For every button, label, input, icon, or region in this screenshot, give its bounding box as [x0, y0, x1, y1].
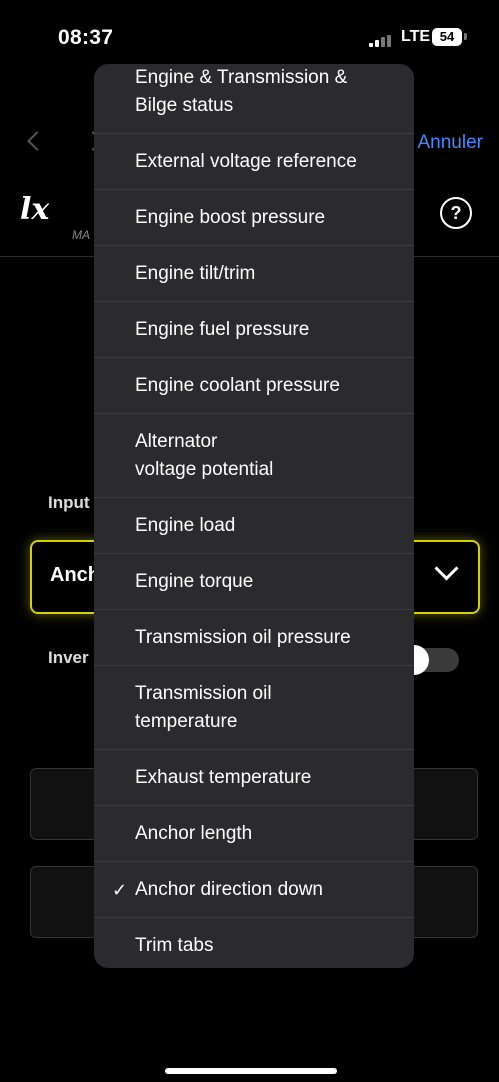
cancel-button[interactable]: Annuler — [418, 132, 484, 154]
menu-item[interactable]: Engine & Transmission & Bilge status — [94, 64, 414, 134]
logo-subtitle: MA — [72, 228, 90, 242]
battery-icon: 54 — [432, 28, 462, 46]
network-type: LTE — [401, 28, 431, 45]
signal-icon — [369, 35, 395, 47]
menu-item[interactable]: Engine coolant pressure — [94, 358, 414, 414]
menu-item[interactable]: External voltage reference — [94, 134, 414, 190]
menu-item-selected[interactable]: ✓ Anchor direction down — [94, 862, 414, 918]
menu-item[interactable]: Engine boost pressure — [94, 190, 414, 246]
menu-item-label: Engine load — [135, 514, 236, 536]
menu-item-label: Anchor length — [135, 822, 253, 844]
menu-item-label: Engine & Transmission & Bilge status — [135, 66, 348, 116]
menu-item[interactable]: Engine torque — [94, 554, 414, 610]
menu-item-label: Engine torque — [135, 570, 254, 592]
menu-item-label: External voltage reference — [135, 150, 357, 172]
home-indicator[interactable] — [165, 1068, 337, 1074]
status-bar: 08:37 LTE 54 — [0, 0, 499, 70]
input-label: Input — [48, 493, 90, 512]
menu-item[interactable]: Engine tilt/trim — [94, 246, 414, 302]
menu-item[interactable]: Transmission oil temperature — [94, 666, 414, 750]
battery-level: 54 — [439, 29, 455, 44]
clock: 08:37 — [58, 26, 114, 49]
select-value: Anch — [50, 564, 100, 586]
menu-item[interactable]: Engine load — [94, 498, 414, 554]
menu-item[interactable]: Transmission oil pressure — [94, 610, 414, 666]
help-icon[interactable]: ? — [440, 197, 472, 229]
menu-item[interactable]: Trim tabs — [94, 918, 414, 968]
back-chevron-icon[interactable] — [27, 131, 47, 151]
chevron-down-icon — [434, 556, 459, 581]
battery-tip — [464, 33, 467, 40]
menu-item-label: Exhaust temperature — [135, 766, 312, 788]
menu-item[interactable]: Exhaust temperature — [94, 750, 414, 806]
menu-item-label: Alternator voltage potential — [135, 430, 274, 480]
menu-item-label: Transmission oil pressure — [135, 626, 351, 648]
menu-item-label: Trim tabs — [135, 935, 214, 956]
menu-item[interactable]: Anchor length — [94, 806, 414, 862]
menu-item[interactable]: Alternator voltage potential — [94, 414, 414, 498]
menu-item[interactable]: Engine fuel pressure — [94, 302, 414, 358]
menu-item-label: Anchor direction down — [135, 878, 323, 900]
invert-label: Inver — [48, 648, 89, 667]
logo-text: lx — [20, 192, 50, 227]
logo: lx — [20, 192, 80, 232]
menu-item-label: Engine tilt/trim — [135, 262, 256, 284]
menu-item-label: Transmission oil temperature — [135, 682, 272, 732]
checkmark-icon: ✓ — [112, 879, 128, 900]
dropdown-menu: Engine & Transmission & Bilge status Ext… — [94, 64, 414, 968]
menu-list: Engine & Transmission & Bilge status Ext… — [94, 64, 414, 968]
menu-item-label: Engine fuel pressure — [135, 318, 310, 340]
menu-item-label: Engine boost pressure — [135, 206, 326, 228]
menu-item-label: Engine coolant pressure — [135, 374, 340, 396]
